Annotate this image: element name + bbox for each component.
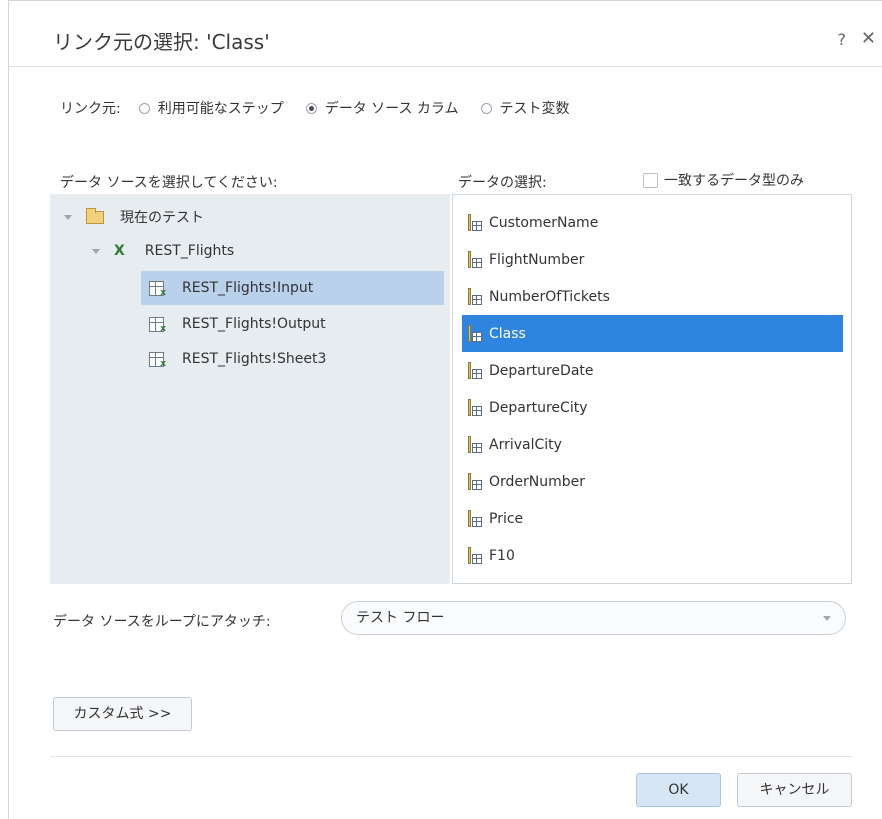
column-item-class[interactable]: Class	[462, 315, 843, 352]
tree-node-label: REST_Flights!Input	[182, 280, 314, 296]
column-label: OrderNumber	[489, 473, 586, 490]
radio-icon	[138, 102, 150, 114]
column-label: DepartureCity	[489, 399, 588, 416]
column-label: NumberOfTickets	[489, 288, 610, 305]
column-icon	[468, 399, 482, 416]
column-item-arrivalcity[interactable]: ArrivalCity	[462, 426, 843, 463]
cancel-button[interactable]: キャンセル	[737, 773, 852, 807]
sheet-icon: x	[149, 351, 166, 368]
loop-attach-value: テスト フロー	[356, 610, 445, 626]
footer-divider	[50, 756, 852, 757]
column-icon	[468, 288, 482, 305]
column-label: F10	[489, 547, 515, 564]
column-item-f10[interactable]: F10	[462, 537, 843, 574]
radio-data-source-column[interactable]: データ ソース カラム	[305, 98, 459, 118]
tree-node-sheet-sheet3[interactable]: x REST_Flights!Sheet3	[149, 342, 326, 376]
tree-node-label: REST_Flights!Output	[182, 316, 326, 332]
column-item-departurecity[interactable]: DepartureCity	[462, 389, 843, 426]
help-icon[interactable]: ?	[838, 30, 847, 49]
custom-expression-button[interactable]: カスタム式 >>	[53, 697, 192, 731]
chevron-down-icon	[823, 616, 831, 621]
column-label: DepartureDate	[489, 362, 594, 379]
tree-node-label: REST_Flights!Sheet3	[182, 351, 327, 367]
column-label: ArrivalCity	[489, 436, 562, 453]
match-type-only-checkbox[interactable]: 一致するデータ型のみ	[643, 170, 804, 190]
radio-available-steps[interactable]: 利用可能なステップ	[138, 98, 284, 118]
excel-icon: X	[114, 243, 125, 259]
sheet-icon: x	[149, 280, 166, 297]
column-list: CustomerName FlightNumber NumberOfTicket…	[452, 194, 852, 584]
column-icon	[468, 214, 482, 231]
column-icon	[468, 547, 482, 564]
column-label: Price	[489, 510, 524, 527]
column-item-price[interactable]: Price	[462, 500, 843, 537]
column-item-ordernumber[interactable]: OrderNumber	[462, 463, 843, 500]
tree-node-rest-flights[interactable]: X REST_Flights	[92, 234, 234, 268]
dialog-title: リンク元の選択: 'Class'	[53, 30, 270, 54]
column-item-numberoftickets[interactable]: NumberOfTickets	[462, 278, 843, 315]
radio-icon	[480, 102, 492, 114]
column-label: Class	[489, 325, 526, 342]
tree-node-sheet-input[interactable]: x REST_Flights!Input	[141, 271, 444, 305]
radio-label: データ ソース カラム	[324, 101, 459, 117]
sheet-icon: x	[149, 316, 166, 333]
column-icon	[468, 362, 482, 379]
column-label: CustomerName	[489, 214, 599, 231]
column-item-departuredate[interactable]: DepartureDate	[462, 352, 843, 389]
chevron-down-icon[interactable]	[92, 248, 100, 254]
radio-label: テスト変数	[499, 101, 570, 117]
link-source-group: リンク元: 利用可能なステップ データ ソース カラム テスト変数	[60, 98, 592, 118]
checkbox-icon	[643, 172, 658, 188]
column-label: FlightNumber	[489, 251, 585, 268]
tree-node-label: 現在のテスト	[120, 210, 204, 226]
tree-node-current-test[interactable]: 現在のテスト	[64, 200, 204, 234]
radio-selected-icon	[305, 102, 317, 114]
loop-attach-select[interactable]: テスト フロー	[341, 601, 846, 635]
column-item-flightnumber[interactable]: FlightNumber	[462, 241, 843, 278]
data-source-tree: 現在のテスト X REST_Flights x REST_Flights!Inp…	[50, 194, 450, 584]
tree-node-sheet-output[interactable]: x REST_Flights!Output	[149, 307, 326, 341]
chevron-down-icon[interactable]	[64, 214, 72, 220]
close-icon[interactable]: ✕	[861, 28, 876, 49]
data-source-label: データ ソースを選択してください:	[60, 175, 278, 191]
radio-label: 利用可能なステップ	[157, 101, 284, 117]
match-type-only-label: 一致するデータ型のみ	[664, 173, 804, 189]
title-divider	[8, 66, 882, 67]
folder-icon	[86, 207, 104, 224]
data-select-label: データの選択:	[458, 175, 547, 191]
tree-node-label: REST_Flights	[144, 243, 235, 259]
loop-attach-label: データ ソースをループにアタッチ:	[53, 614, 271, 630]
column-icon	[468, 473, 482, 490]
ok-button[interactable]: OK	[636, 773, 721, 807]
column-icon	[468, 510, 482, 527]
column-icon	[468, 436, 482, 453]
column-icon	[468, 251, 482, 268]
column-item-customername[interactable]: CustomerName	[462, 204, 843, 241]
radio-test-variable[interactable]: テスト変数	[480, 98, 570, 118]
column-icon	[468, 325, 482, 342]
link-source-label: リンク元:	[60, 101, 121, 117]
